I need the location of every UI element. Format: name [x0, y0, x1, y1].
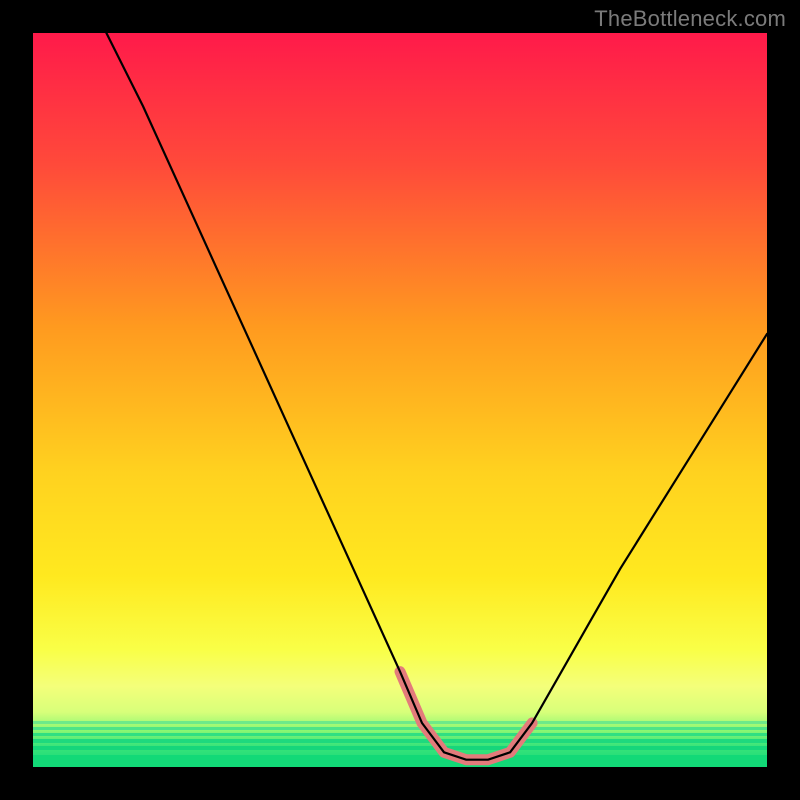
curve-layer	[33, 33, 767, 767]
watermark-text: TheBottleneck.com	[594, 6, 786, 32]
plot-area	[33, 33, 767, 767]
chart-frame: TheBottleneck.com	[0, 0, 800, 800]
bottleneck-curve	[106, 33, 767, 760]
